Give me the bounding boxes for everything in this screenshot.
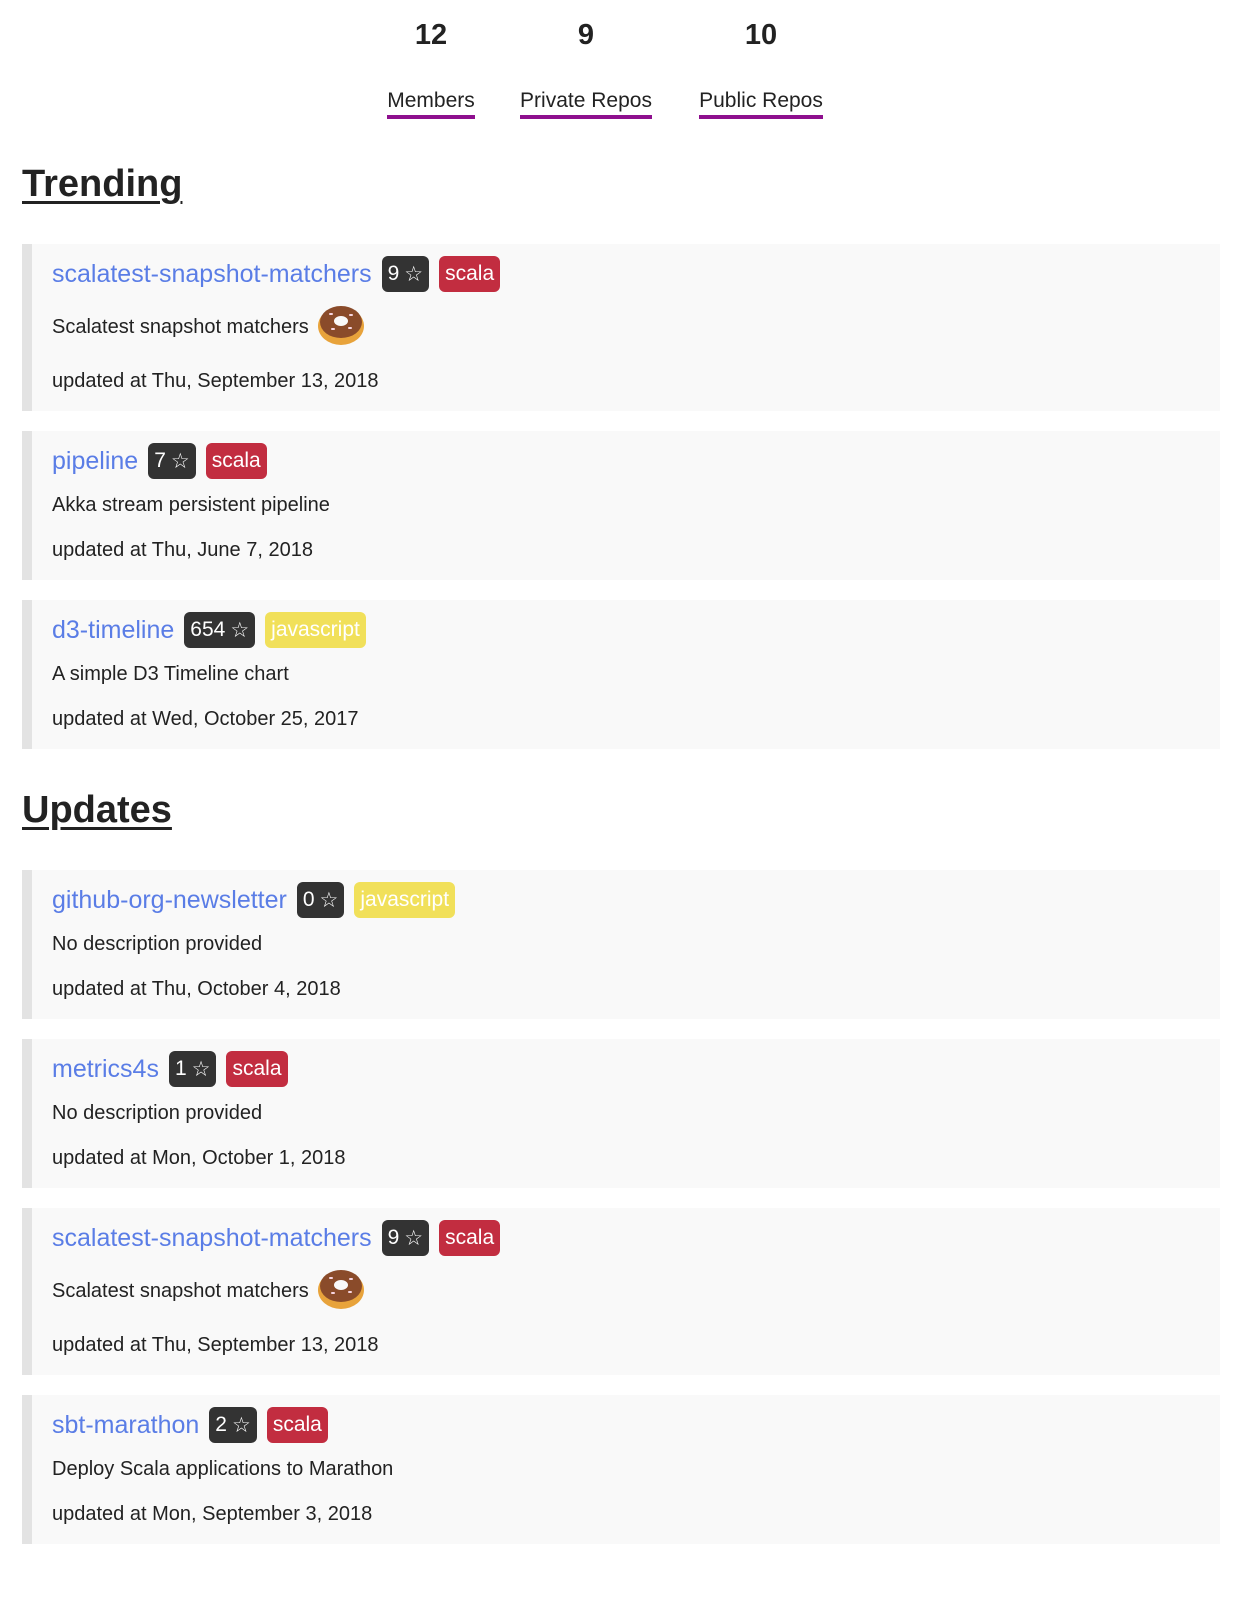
repo-name-link[interactable]: d3-timeline	[52, 614, 174, 646]
repo-description-text: No description provided	[52, 1101, 263, 1124]
repo-name-link[interactable]: github-org-newsletter	[52, 884, 287, 916]
repo-header: github-org-newsletter 0 ☆ javascript	[52, 882, 1220, 918]
stars-badge: 654 ☆	[184, 612, 256, 648]
language-badge: javascript	[354, 882, 456, 918]
repo-name-link[interactable]: pipeline	[52, 445, 138, 477]
org-overview-page: 12 Members 9 Private Repos 10 Public Rep…	[0, 0, 1240, 1612]
language-badge: scala	[439, 256, 501, 292]
repo-updated-at: updated at Thu, September 13, 2018	[52, 1334, 379, 1356]
repo-card: metrics4s 1 ☆ scala No description provided u…	[22, 1039, 1220, 1188]
repo-updated-at: updated at Thu, June 7, 2018	[52, 539, 313, 561]
language-badge: scala	[205, 443, 267, 479]
repo-description-text: Scalatest snapshot matchers	[52, 1279, 309, 1302]
language-badge: scala	[226, 1051, 288, 1087]
repo-header: metrics4s 1 ☆ scala	[52, 1051, 1220, 1087]
repo-description: No description provided	[52, 1099, 1220, 1127]
repo-description: Akka stream persistent pipeline	[52, 491, 1220, 519]
repo-header: sbt-marathon 2 ☆ scala	[52, 1407, 1220, 1443]
repo-updated-at: updated at Mon, October 1, 2018	[52, 1147, 346, 1169]
repo-header: scalatest-snapshot-matchers 9 ☆ scala	[52, 256, 1220, 292]
repo-card: github-org-newsletter 0 ☆ javascript No desc…	[22, 870, 1220, 1019]
repo-name-link[interactable]: sbt-marathon	[52, 1409, 199, 1441]
stat-members: 12 Members	[386, 16, 476, 119]
updates-repo-list: github-org-newsletter 0 ☆ javascript No desc…	[22, 870, 1220, 1564]
stars-badge: 2 ☆	[209, 1407, 257, 1443]
repo-description-text: Deploy Scala applications to Marathon	[52, 1457, 394, 1480]
trending-repo-list: scalatest-snapshot-matchers 9 ☆ scala Scalat…	[22, 244, 1220, 769]
repo-card: d3-timeline 654 ☆ javascript A simple D3 Tim…	[22, 600, 1220, 749]
star-icon: ☆	[231, 1413, 251, 1437]
repo-description-text: Akka stream persistent pipeline	[52, 493, 330, 516]
repo-updated-at: updated at Wed, October 25, 2017	[52, 708, 359, 730]
repo-description-text: No description provided	[52, 932, 263, 955]
repo-description: A simple D3 Timeline chart	[52, 660, 1220, 688]
donut-icon	[317, 302, 365, 352]
repo-description: Scalatest snapshot matchers	[52, 304, 1220, 350]
stars-count: 654	[190, 618, 226, 641]
star-icon: ☆	[404, 1226, 424, 1250]
repo-description: Scalatest snapshot matchers	[52, 1268, 1220, 1314]
stars-count: 9	[387, 1226, 400, 1249]
stat-public-repos-link[interactable]: Public Repos	[699, 88, 823, 119]
repo-updated-at: updated at Thu, October 4, 2018	[52, 978, 341, 1000]
stars-count: 7	[154, 449, 166, 472]
repo-updated-at: updated at Thu, September 13, 2018	[52, 370, 379, 392]
stars-badge: 9 ☆	[381, 1220, 430, 1256]
star-icon: ☆	[170, 449, 190, 473]
repo-card: scalatest-snapshot-matchers 9 ☆ scala Scalat…	[22, 244, 1220, 411]
repo-name-link[interactable]: metrics4s	[52, 1053, 159, 1085]
repo-header: d3-timeline 654 ☆ javascript	[52, 612, 1220, 648]
stars-badge: 1 ☆	[168, 1051, 217, 1087]
stars-badge: 0 ☆	[296, 882, 345, 918]
language-badge: scala	[266, 1407, 328, 1443]
repo-description: Deploy Scala applications to Marathon	[52, 1455, 1220, 1483]
stat-private-repos-count: 9	[577, 19, 595, 51]
org-stats: 12 Members 9 Private Repos 10 Public Rep…	[0, 16, 1240, 126]
repo-header: pipeline 7 ☆ scala	[52, 443, 1220, 479]
repo-card: scalatest-snapshot-matchers 9 ☆ scala Scalat…	[22, 1208, 1220, 1375]
repo-card: pipeline 7 ☆ scala Akka stream persistent pi…	[22, 431, 1220, 580]
stars-badge: 9 ☆	[381, 256, 430, 292]
star-icon: ☆	[191, 1057, 211, 1081]
repo-card: sbt-marathon 2 ☆ scala Deploy Scala applicat…	[22, 1395, 1220, 1544]
star-icon: ☆	[404, 262, 424, 286]
repo-description: No description provided	[52, 930, 1220, 958]
repo-header: scalatest-snapshot-matchers 9 ☆ scala	[52, 1220, 1220, 1256]
star-icon: ☆	[319, 888, 339, 912]
repo-name-link[interactable]: scalatest-snapshot-matchers	[52, 1222, 372, 1254]
stat-public-repos-count: 10	[744, 19, 778, 51]
donut-icon	[317, 1266, 365, 1316]
updates-heading: Updates	[22, 789, 172, 831]
repo-description-text: A simple D3 Timeline chart	[52, 662, 289, 685]
star-icon: ☆	[230, 618, 250, 642]
stars-count: 9	[387, 262, 400, 285]
stars-badge: 7 ☆	[148, 443, 196, 479]
repo-updated-at: updated at Mon, September 3, 2018	[52, 1503, 373, 1525]
trending-heading: Trending	[22, 163, 183, 205]
stat-members-link[interactable]: Members	[387, 88, 475, 119]
language-badge: scala	[439, 1220, 501, 1256]
stars-count: 1	[174, 1057, 187, 1080]
stat-private-repos-link[interactable]: Private Repos	[520, 88, 652, 119]
language-badge: javascript	[265, 612, 366, 648]
stat-private-repos: 9 Private Repos	[518, 16, 654, 119]
stars-count: 2	[215, 1413, 227, 1436]
stat-members-count: 12	[414, 19, 448, 51]
repo-name-link[interactable]: scalatest-snapshot-matchers	[52, 258, 372, 290]
stat-public-repos: 10 Public Repos	[697, 16, 825, 119]
stars-count: 0	[302, 888, 315, 911]
repo-description-text: Scalatest snapshot matchers	[52, 315, 309, 338]
